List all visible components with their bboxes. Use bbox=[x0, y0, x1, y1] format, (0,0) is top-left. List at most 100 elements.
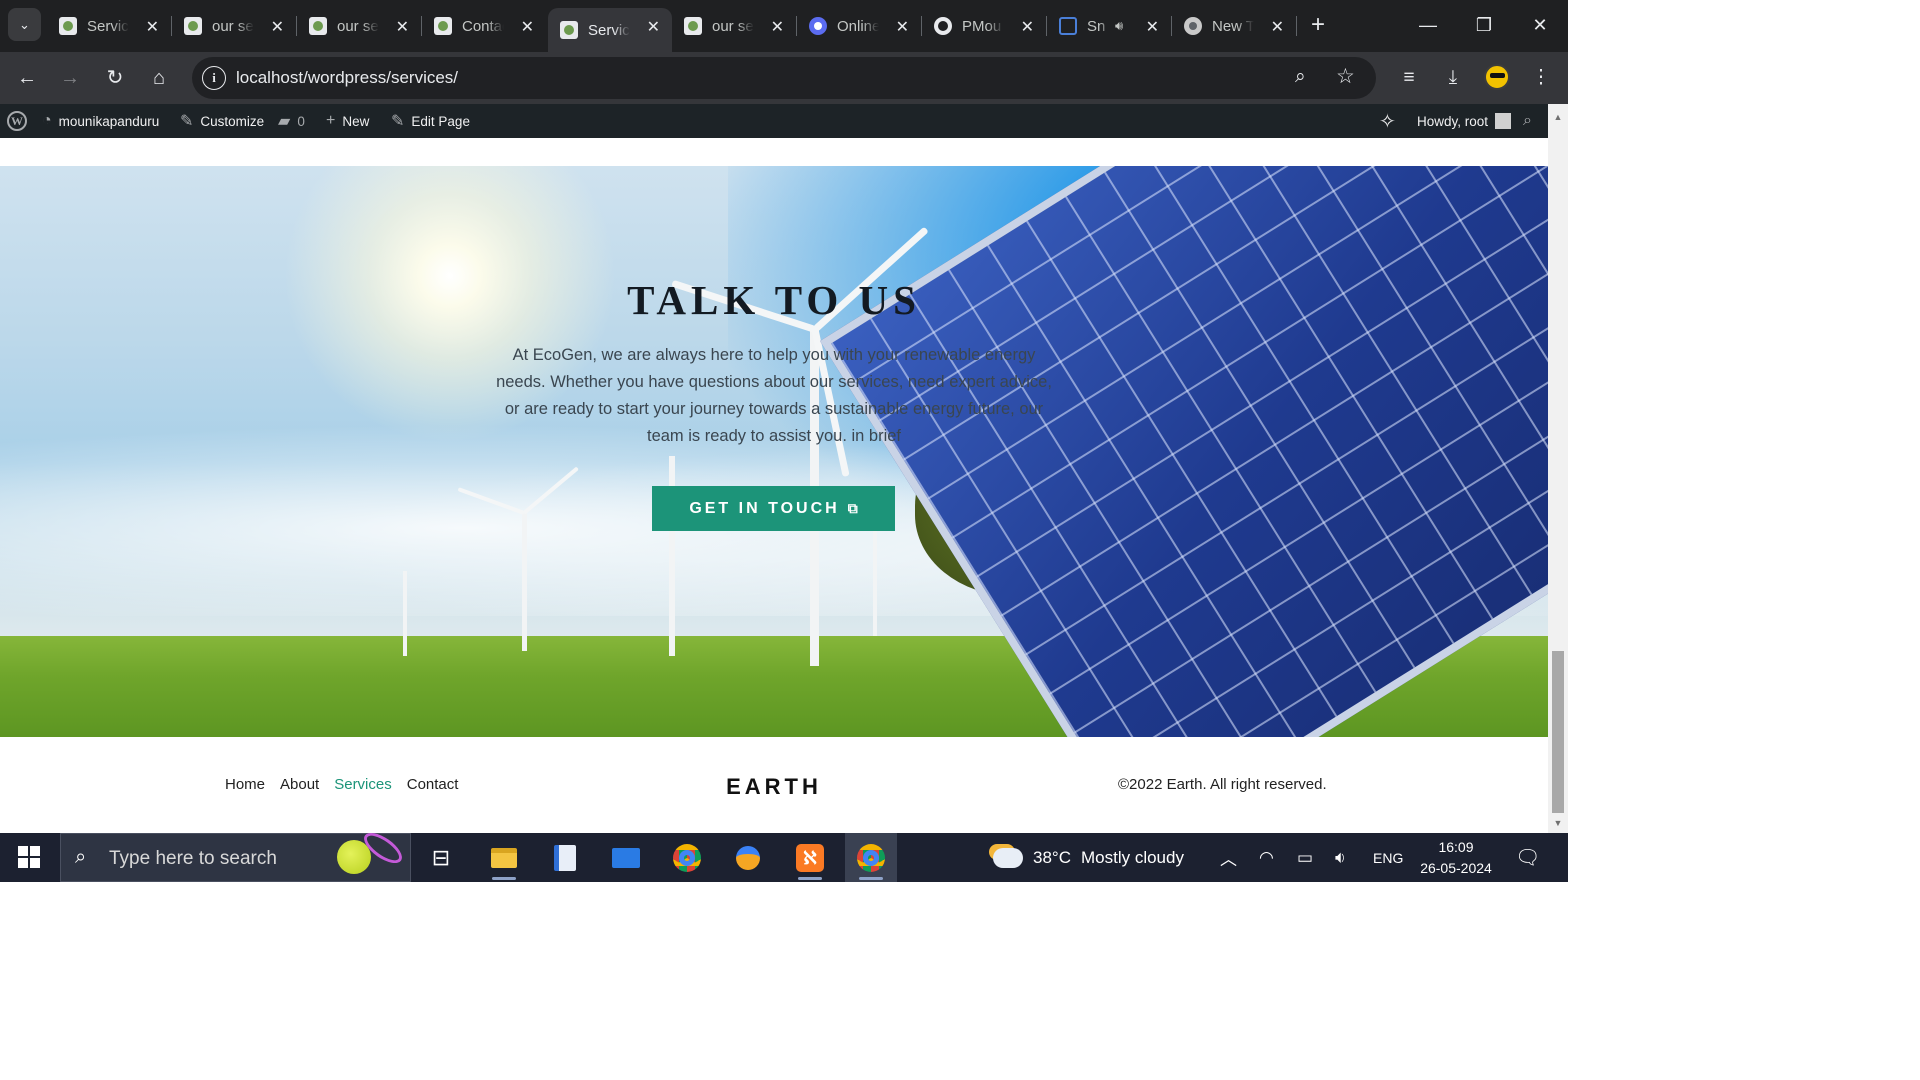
reload-icon[interactable]: ↻ bbox=[101, 64, 129, 92]
edit-page-link[interactable]: ✎ Edit Page bbox=[391, 104, 470, 138]
home-icon[interactable]: ⌂ bbox=[145, 64, 173, 92]
tab-title: New Tab bbox=[1212, 17, 1254, 35]
get-in-touch-button[interactable]: GET IN TOUCH ⧉ bbox=[652, 486, 895, 531]
get-in-touch-label: GET IN TOUCH bbox=[689, 499, 840, 517]
mail-icon[interactable] bbox=[600, 833, 652, 882]
medal-app-icon[interactable] bbox=[722, 833, 774, 882]
language-indicator[interactable]: ENG bbox=[1373, 833, 1403, 882]
close-tab-icon[interactable]: ✕ bbox=[1146, 17, 1159, 37]
battery-icon[interactable]: ▭ bbox=[1297, 833, 1313, 882]
close-tab-icon[interactable]: ✕ bbox=[396, 17, 409, 37]
profile-avatar[interactable] bbox=[1484, 64, 1510, 90]
browser-toolbar: ← → ↻ ⌂ i localhost/wordpress/services/ … bbox=[0, 52, 1568, 104]
close-window-icon[interactable]: ✕ bbox=[1520, 10, 1560, 40]
browser-tab[interactable]: New Tab ✕ bbox=[1172, 8, 1296, 44]
ai-sparkle-icon[interactable]: ✧ bbox=[1379, 104, 1396, 138]
close-tab-icon[interactable]: ✕ bbox=[647, 17, 660, 37]
customize-label: Customize bbox=[200, 113, 265, 129]
site-name-label: mounikapanduru bbox=[58, 113, 160, 129]
browser-tab[interactable]: our services ✕ bbox=[172, 8, 296, 44]
reading-list-icon[interactable]: ≡ bbox=[1396, 65, 1422, 91]
close-tab-icon[interactable]: ✕ bbox=[521, 17, 534, 37]
scroll-up-arrow-icon[interactable]: ▲ bbox=[1548, 112, 1568, 122]
site-favicon bbox=[434, 17, 452, 35]
talk-to-us-hero: TALK TO US At EcoGen, we are always here… bbox=[0, 166, 1548, 737]
zoom-magnifier-icon[interactable]: ⌕ bbox=[1295, 66, 1306, 88]
tab-title: our services bbox=[712, 17, 754, 35]
site-info-icon[interactable]: i bbox=[202, 66, 226, 90]
close-tab-icon[interactable]: ✕ bbox=[146, 17, 159, 37]
scrollbar-thumb[interactable] bbox=[1552, 651, 1564, 813]
back-arrow-icon[interactable]: ← bbox=[13, 64, 41, 92]
chrome-profile-icon[interactable] bbox=[845, 833, 897, 882]
user-avatar bbox=[1495, 113, 1512, 129]
tab-search-button[interactable]: ⌄ bbox=[8, 8, 41, 41]
file-explorer-icon[interactable] bbox=[478, 833, 530, 882]
download-icon[interactable]: ⤓ bbox=[1440, 65, 1466, 91]
url-text[interactable]: localhost/wordpress/services/ bbox=[236, 68, 458, 88]
site-favicon bbox=[684, 17, 702, 35]
close-tab-icon[interactable]: ✕ bbox=[1021, 17, 1034, 37]
restore-icon[interactable]: ❐ bbox=[1464, 10, 1504, 40]
howdy-label: Howdy, root bbox=[1417, 113, 1489, 129]
taskbar-search-box[interactable]: ⌕ Type here to search bbox=[60, 827, 411, 882]
weather-widget[interactable]: 38°C Mostly cloudy bbox=[993, 833, 1184, 882]
howdy-account-menu[interactable]: Howdy, root bbox=[1417, 104, 1512, 138]
notifications-icon[interactable]: 🗨︎ bbox=[1515, 833, 1540, 882]
page-scrollbar[interactable]: ▲ ▼ bbox=[1548, 104, 1568, 833]
site-favicon bbox=[59, 17, 77, 35]
hero-description: At EcoGen, we are always here to help yo… bbox=[496, 346, 1052, 445]
chrome-icon[interactable] bbox=[661, 833, 713, 882]
chevron-up-icon[interactable]: ︿ bbox=[1220, 833, 1237, 882]
menu-kebab-icon[interactable]: ⋮ bbox=[1528, 65, 1554, 91]
browser-tab[interactable]: Sn 🔊︎ ✕ bbox=[1047, 8, 1171, 44]
bookmark-star-icon[interactable]: ☆ bbox=[1336, 64, 1355, 89]
task-view-icon[interactable]: ⊟ bbox=[415, 833, 467, 882]
network-icon[interactable]: ◠ bbox=[1259, 833, 1274, 882]
taskbar-search-placeholder: Type here to search bbox=[109, 848, 277, 869]
scroll-down-arrow-icon[interactable]: ▼ bbox=[1548, 818, 1568, 828]
close-tab-icon[interactable]: ✕ bbox=[771, 17, 784, 37]
comments-link[interactable]: ▰ 0 bbox=[278, 104, 305, 138]
close-tab-icon[interactable]: ✕ bbox=[1271, 17, 1284, 37]
speaker-icon[interactable]: 🔊︎ bbox=[1115, 18, 1123, 34]
site-favicon bbox=[184, 17, 202, 35]
site-favicon bbox=[309, 17, 327, 35]
comment-bubble-icon: ▰ bbox=[278, 113, 291, 130]
edit-page-label: Edit Page bbox=[411, 113, 470, 129]
admin-search-icon[interactable]: ⌕ bbox=[1523, 104, 1532, 138]
windows-start-icon[interactable] bbox=[18, 846, 40, 868]
browser-tab[interactable]: PMou ✕ bbox=[922, 8, 1046, 44]
customize-link[interactable]: ✎ Customize bbox=[180, 104, 264, 138]
close-tab-icon[interactable]: ✕ bbox=[896, 17, 909, 37]
minimize-icon[interactable]: — bbox=[1408, 10, 1448, 40]
browser-tab[interactable]: Contact ✕ bbox=[422, 8, 546, 44]
comments-count: 0 bbox=[297, 113, 305, 129]
new-content-link[interactable]: + New bbox=[326, 104, 369, 138]
page-viewport: TALK TO US At EcoGen, we are always here… bbox=[0, 138, 1548, 833]
volume-icon[interactable]: 🔉︎ bbox=[1335, 833, 1346, 882]
browser-tab[interactable]: our services ✕ bbox=[297, 8, 421, 44]
wordpress-logo-icon[interactable]: W bbox=[7, 104, 27, 138]
plus-icon: + bbox=[326, 112, 336, 129]
forward-arrow-icon[interactable]: → bbox=[56, 64, 84, 92]
xampp-icon[interactable]: ℵ bbox=[784, 833, 836, 882]
browser-tab[interactable]: Services ✕ bbox=[47, 8, 171, 44]
notepad-app-icon[interactable] bbox=[539, 833, 591, 882]
system-clock[interactable]: 16:09 26-05-2024 bbox=[1416, 837, 1496, 879]
tab-title: PMou bbox=[962, 17, 1002, 35]
tab-title: Services bbox=[87, 17, 129, 35]
purple-circle-favicon bbox=[809, 17, 827, 35]
address-bar[interactable]: i localhost/wordpress/services/ ⌕ ☆ bbox=[192, 57, 1376, 99]
new-tab-plus-icon[interactable]: + bbox=[1304, 12, 1332, 40]
browser-tab[interactable]: Online ✕ bbox=[797, 8, 921, 44]
new-label: New bbox=[342, 113, 370, 129]
site-name-link[interactable]: ◔ mounikapanduru bbox=[42, 104, 159, 138]
chrome-favicon bbox=[1184, 17, 1202, 35]
clock-date: 26-05-2024 bbox=[1420, 860, 1492, 876]
tab-title: Sn bbox=[1087, 17, 1106, 35]
close-tab-icon[interactable]: ✕ bbox=[271, 17, 284, 37]
dashboard-gauge-icon: ◔ bbox=[42, 112, 52, 129]
browser-tab-active[interactable]: Services ✕ bbox=[548, 8, 672, 52]
browser-tab[interactable]: our services ✕ bbox=[672, 8, 796, 44]
